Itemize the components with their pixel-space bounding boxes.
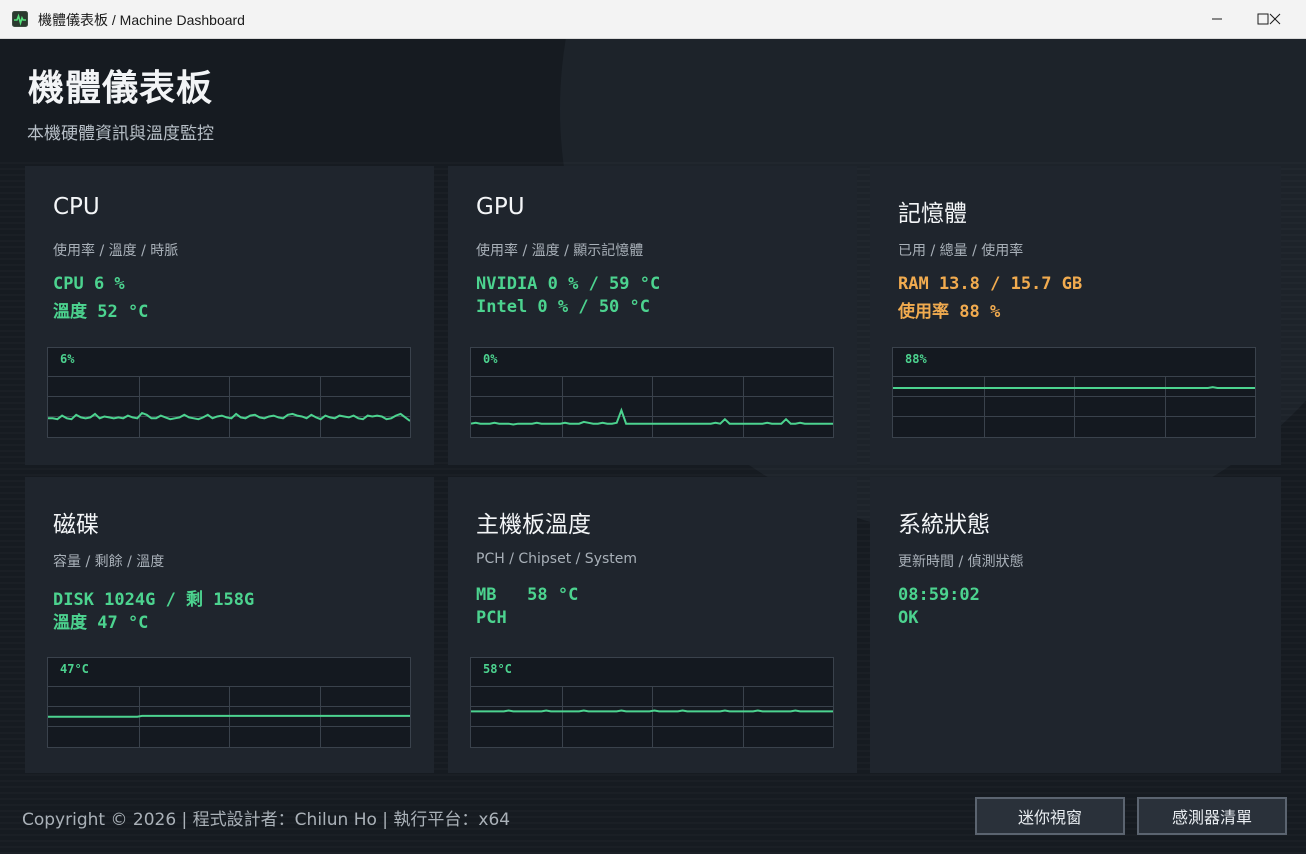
card-title: 系統狀態 [898, 512, 990, 538]
card-title: CPU [53, 194, 100, 220]
ram-usage-value: 使用率 88 % [898, 302, 1001, 322]
sensor-list-button[interactable]: 感測器清單 [1137, 797, 1287, 835]
detect-status-value: OK [898, 608, 919, 628]
memory-card: 記憶體 已用 / 總量 / 使用率 RAM 13.8 / 15.7 GB 使用率… [870, 166, 1281, 465]
copyright-text: Copyright © 2026 | 程式設計者：Chilun Ho | 執行平… [22, 810, 511, 830]
card-subtitle: 使用率 / 溫度 / 時脈 [53, 243, 179, 259]
graph-label: 58°C [483, 662, 512, 676]
card-title: 記憶體 [898, 201, 967, 227]
graph-label: 6% [60, 352, 75, 366]
card-title: 磁碟 [53, 512, 99, 538]
graph-label: 88% [905, 352, 927, 366]
card-title: 主機板溫度 [476, 512, 591, 538]
card-subtitle: 已用 / 總量 / 使用率 [898, 243, 1024, 259]
close-icon [1269, 13, 1281, 25]
gpu-usage-graph: 0% [470, 347, 834, 438]
update-time-value: 08:59:02 [898, 585, 980, 605]
pch-value: PCH [476, 608, 507, 628]
cpu-usage-value: CPU 6 % [53, 274, 125, 294]
card-subtitle: 使用率 / 溫度 / 顯示記憶體 [476, 243, 644, 259]
disk-temp-graph: 47°C [47, 657, 411, 748]
card-subtitle: 更新時間 / 偵測狀態 [898, 554, 1024, 570]
card-subtitle: PCH / Chipset / System [476, 551, 638, 567]
title-bar[interactable]: 機體儀表板 / Machine Dashboard [0, 0, 1306, 39]
cpu-usage-graph: 6% [47, 347, 411, 438]
page-subtitle: 本機硬體資訊與溫度監控 [27, 124, 214, 144]
memory-usage-graph: 88% [892, 347, 1256, 438]
disk-capacity-value: DISK 1024G / 剩 158G [53, 590, 255, 610]
mb-temp-value: MB 58 °C [476, 585, 579, 605]
intel-gpu-value: Intel 0 % / 50 °C [476, 297, 650, 317]
minimize-icon [1212, 18, 1222, 20]
nvidia-gpu-value: NVIDIA 0 % / 59 °C [476, 274, 661, 294]
graph-label: 47°C [60, 662, 89, 676]
pulse-monitor-icon [12, 11, 28, 27]
disk-temp-value: 溫度 47 °C [53, 613, 149, 633]
cpu-card: CPU 使用率 / 溫度 / 時脈 CPU 6 % 溫度 52 °C 6% [25, 166, 434, 465]
page-title: 機體儀表板 [28, 68, 214, 109]
gpu-card: GPU 使用率 / 溫度 / 顯示記憶體 NVIDIA 0 % / 59 °C … [448, 166, 857, 465]
status-card: 系統狀態 更新時間 / 偵測狀態 08:59:02 OK [870, 477, 1281, 773]
window-title: 機體儀表板 / Machine Dashboard [38, 12, 245, 28]
card-subtitle: 容量 / 剩餘 / 溫度 [53, 554, 165, 570]
motherboard-card: 主機板溫度 PCH / Chipset / System MB 58 °C PC… [448, 477, 857, 773]
graph-series-line [471, 709, 833, 713]
close-button[interactable] [1250, 0, 1300, 38]
card-title: GPU [476, 194, 525, 220]
app-window: 機體儀表板 / Machine Dashboard 機體儀表板 本機硬體資訊與溫… [0, 0, 1306, 854]
disk-card: 磁碟 容量 / 剩餘 / 溫度 DISK 1024G / 剩 158G 溫度 4… [25, 477, 434, 773]
graph-series-line [48, 714, 410, 718]
motherboard-temp-graph: 58°C [470, 657, 834, 748]
mini-view-button[interactable]: 迷你視窗 [975, 797, 1125, 835]
minimize-button[interactable] [1194, 0, 1240, 38]
dashboard-client: 機體儀表板 本機硬體資訊與溫度監控 CPU 使用率 / 溫度 / 時脈 CPU … [0, 39, 1306, 854]
graph-label: 0% [483, 352, 498, 366]
ram-value: RAM 13.8 / 15.7 GB [898, 274, 1083, 294]
graph-series-line [893, 386, 1255, 389]
cpu-temp-value: 溫度 52 °C [53, 302, 149, 322]
